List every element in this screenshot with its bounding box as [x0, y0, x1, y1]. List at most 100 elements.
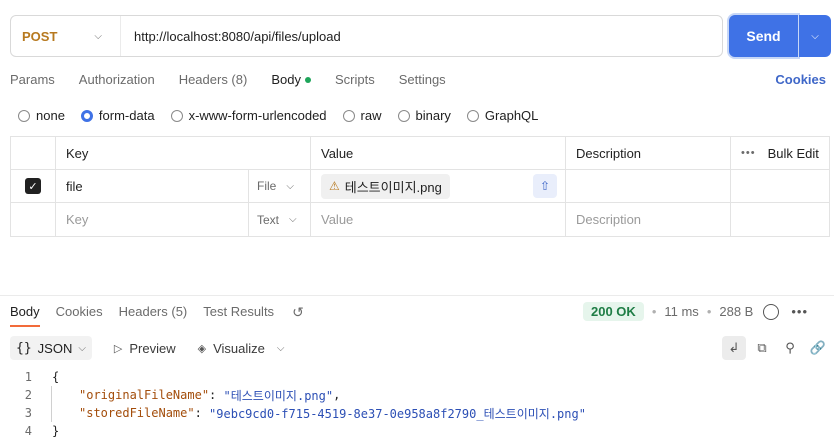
body-type-label: GraphQL [484, 108, 539, 123]
format-label: JSON [37, 340, 73, 356]
tab-settings[interactable]: Settings [399, 72, 446, 92]
more-icon: ••• [741, 147, 756, 159]
type-label: File [257, 179, 277, 193]
header-description: Description [566, 137, 731, 169]
row-check-cell [11, 203, 56, 236]
code-line: 4 } [10, 422, 830, 440]
json-value: "9ebc9cd0-f715-4519-8e37-0e958a8f2790_테스… [209, 406, 586, 421]
json-value: "테스트이미지.png" [223, 388, 334, 403]
description-input[interactable] [566, 170, 731, 202]
response-tab-test-results[interactable]: Test Results [203, 304, 274, 327]
code-line: 2 "originalFileName": "테스트이미지.png", [10, 386, 830, 404]
send-button[interactable]: Send [729, 15, 798, 57]
file-name: 테스트이미지.png [344, 179, 442, 195]
url-bar: POST ⌵ http://localhost:8080/api/files/u… [10, 15, 723, 57]
code-line: 3 "storedFileName": "9ebc9cd0-f715-4519-… [10, 404, 830, 422]
value-input-placeholder[interactable]: Value [311, 203, 566, 236]
radio-icon [466, 109, 479, 122]
radio-icon [18, 109, 30, 122]
tab-body[interactable]: Body [271, 72, 311, 92]
send-options-button[interactable]: ⌵ [799, 15, 831, 57]
separator-dot: • [651, 304, 657, 319]
value-cell: ⚠ 테스트이미지.png ⇧ [311, 170, 566, 202]
copy-icon[interactable]: ⧉ [750, 336, 774, 360]
code-text: } [52, 424, 60, 438]
response-tab-headers[interactable]: Headers (5) [119, 304, 188, 327]
line-number: 2 [24, 388, 32, 402]
tab-authorization[interactable]: Authorization [79, 72, 155, 92]
body-type-form-data[interactable]: form-data [80, 108, 155, 123]
preview-label: Preview [129, 340, 176, 356]
radio-selected-icon [80, 109, 93, 122]
preview-button[interactable]: ▷ Preview [114, 341, 176, 356]
json-key: "originalFileName" [79, 388, 210, 402]
checkbox-checked[interactable]: ✓ [25, 178, 41, 194]
table-row-empty: Key Text ⌵ Value Description [11, 203, 829, 236]
history-icon[interactable]: ↺ [292, 304, 304, 327]
response-divider [0, 295, 834, 296]
more-icon[interactable]: ••• [791, 304, 808, 319]
body-type-none[interactable]: none [18, 108, 65, 123]
type-label: Text [257, 212, 280, 227]
response-body-code: 1 { 2 "originalFileName": "테스트이미지.png", … [10, 368, 830, 440]
line-number: 3 [24, 406, 32, 420]
url-input[interactable]: http://localhost:8080/api/files/upload [121, 29, 341, 44]
chevron-down-icon: ⌵ [286, 180, 294, 192]
warning-icon: ⚠ [329, 179, 340, 193]
response-time: 11 ms [664, 304, 699, 319]
bulk-edit-button[interactable]: ••• Bulk Edit [731, 137, 829, 169]
globe-icon[interactable] [763, 303, 780, 320]
body-type-label: none [36, 108, 65, 123]
chevron-down-icon: ⌵ [78, 342, 86, 354]
method-select[interactable]: POST ⌵ [11, 16, 121, 56]
form-data-table: Key Value Description ••• Bulk Edit ✓ fil… [10, 136, 830, 237]
response-actions: ↲ ⧉ ⚲ 🔗 [718, 336, 830, 360]
wrap-lines-icon[interactable]: ↲ [722, 336, 746, 360]
body-type-options: none form-data x-www-form-urlencoded raw… [18, 108, 554, 123]
visualize-options[interactable]: ⌵ [277, 343, 285, 354]
key-input[interactable]: file [56, 170, 249, 202]
header-value: Value [311, 137, 566, 169]
visualize-label: Visualize [213, 340, 265, 356]
table-header-row: Key Value Description ••• Bulk Edit [11, 137, 829, 170]
header-key: Key [56, 137, 311, 169]
radio-icon [170, 109, 183, 122]
radio-icon [397, 109, 410, 122]
indent-guide [51, 386, 79, 404]
response-toolbar: {} JSON ⌵ ▷ Preview ◈ Visualize ⌵ ↲ ⧉ ⚲ 🔗 [10, 336, 830, 360]
body-indicator-dot [304, 76, 311, 83]
body-type-urlencoded[interactable]: x-www-form-urlencoded [170, 108, 327, 123]
cloud-upload-icon[interactable]: ⇧ [533, 174, 557, 198]
row-extra-cell [731, 170, 829, 202]
tab-headers[interactable]: Headers (8) [179, 72, 248, 92]
type-select[interactable]: Text ⌵ [249, 203, 311, 236]
response-size: 288 B [719, 304, 754, 319]
link-icon[interactable]: 🔗 [806, 336, 830, 360]
format-select[interactable]: {} JSON ⌵ [10, 336, 92, 360]
response-tab-cookies[interactable]: Cookies [56, 304, 103, 327]
description-input-placeholder[interactable]: Description [566, 203, 731, 236]
body-type-raw[interactable]: raw [342, 108, 382, 123]
body-type-graphql[interactable]: GraphQL [466, 108, 539, 123]
type-select[interactable]: File ⌵ [249, 170, 311, 202]
search-icon[interactable]: ⚲ [778, 336, 802, 360]
request-tabs: Params Authorization Headers (8) Body Sc… [10, 72, 470, 92]
tab-params[interactable]: Params [10, 72, 55, 92]
file-chip[interactable]: ⚠ 테스트이미지.png [321, 173, 450, 199]
visualize-button[interactable]: ◈ Visualize [198, 341, 265, 356]
body-type-label: raw [360, 108, 382, 123]
body-type-binary[interactable]: binary [397, 108, 451, 123]
code-line: 1 { [10, 368, 830, 386]
body-type-label: x-www-form-urlencoded [188, 108, 327, 123]
tab-scripts[interactable]: Scripts [335, 72, 375, 92]
line-number: 1 [24, 370, 32, 384]
cookies-link[interactable]: Cookies [775, 72, 826, 87]
line-number: 4 [24, 424, 32, 438]
status-badge: 200 OK [583, 302, 644, 321]
header-check-cell [11, 137, 56, 169]
key-input-placeholder[interactable]: Key [56, 203, 249, 236]
chevron-down-icon: ⌵ [289, 214, 297, 225]
response-tab-body[interactable]: Body [10, 304, 40, 327]
method-label: POST [22, 28, 58, 44]
indent-guide [51, 404, 79, 422]
